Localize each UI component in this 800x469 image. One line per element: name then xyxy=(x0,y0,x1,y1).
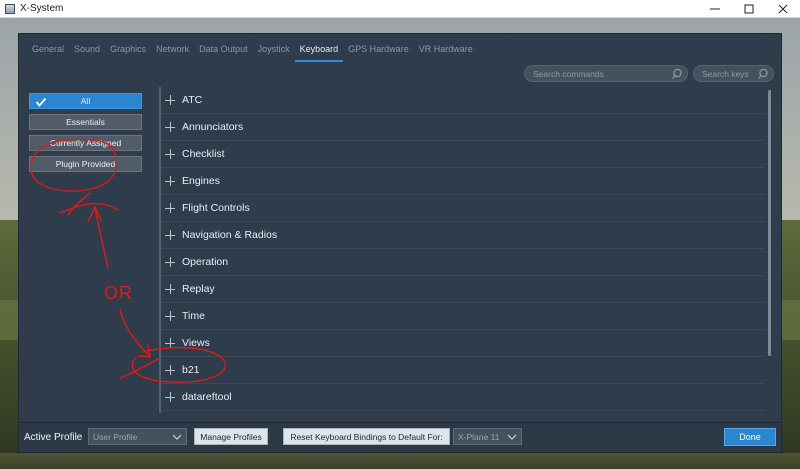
close-icon xyxy=(778,4,788,13)
reset-target-value: X-Plane 11 xyxy=(458,431,500,442)
chevron-down-icon xyxy=(507,434,517,440)
category-row-datareftool[interactable]: datareftool xyxy=(161,384,765,411)
category-label: Flight Controls xyxy=(182,202,250,214)
manage-profiles-label: Manage Profiles xyxy=(200,431,262,442)
profile-dropdown-value: User Profile xyxy=(93,431,138,442)
window-title: X-System xyxy=(20,3,64,14)
category-label: Engines xyxy=(182,175,220,187)
filter-essentials-label: Essentials xyxy=(66,117,105,127)
search-commands-input[interactable]: Search commands xyxy=(524,65,688,82)
category-label: Checklist xyxy=(182,148,225,160)
category-label: Navigation & Radios xyxy=(182,229,278,241)
tab-data-output[interactable]: Data Output xyxy=(194,40,253,62)
filter-all-button[interactable]: All xyxy=(29,93,142,109)
category-row-engines[interactable]: Engines xyxy=(161,168,765,195)
category-row-flight-controls[interactable]: Flight Controls xyxy=(161,195,765,222)
tab-network[interactable]: Network xyxy=(151,40,194,62)
maximize-icon xyxy=(744,4,754,13)
category-label: ATC xyxy=(182,94,203,106)
chevron-down-icon xyxy=(172,434,182,440)
or-annotation-text: OR xyxy=(104,283,133,303)
search-commands-placeholder: Search commands xyxy=(533,68,604,79)
expand-plus-icon xyxy=(165,338,175,348)
tab-joystick[interactable]: Joystick xyxy=(253,40,295,62)
search-icon xyxy=(758,68,768,79)
active-profile-label: Active Profile xyxy=(24,432,83,443)
search-keys-input[interactable]: Search keys xyxy=(693,65,774,82)
category-row-annunciators[interactable]: Annunciators xyxy=(161,114,765,141)
category-row-views[interactable]: Views xyxy=(161,330,765,357)
reset-bindings-label: Reset Keyboard Bindings to Default For: xyxy=(290,431,443,442)
window-controls xyxy=(698,0,800,18)
minimize-button[interactable] xyxy=(698,0,732,18)
search-icon xyxy=(672,68,682,79)
expand-plus-icon xyxy=(165,176,175,186)
minimize-icon xyxy=(710,8,720,9)
filter-plugin-provided-button[interactable]: Plugin Provided xyxy=(29,156,142,172)
profile-dropdown[interactable]: User Profile xyxy=(88,428,187,445)
done-button[interactable]: Done xyxy=(724,428,776,446)
tab-sound[interactable]: Sound xyxy=(69,40,105,62)
reset-target-dropdown[interactable]: X-Plane 11 xyxy=(453,428,522,445)
expand-plus-icon xyxy=(165,311,175,321)
category-label: Time xyxy=(182,310,205,322)
expand-plus-icon xyxy=(165,122,175,132)
category-row-time[interactable]: Time xyxy=(161,303,765,330)
category-row-replay[interactable]: Replay xyxy=(161,276,765,303)
expand-plus-icon xyxy=(165,95,175,105)
command-category-list: ATC Annunciators Checklist Engines Fligh… xyxy=(159,87,771,413)
maximize-button[interactable] xyxy=(732,0,766,18)
filter-currently-assigned-label: Currently Assigned xyxy=(49,138,122,148)
close-button[interactable] xyxy=(766,0,800,18)
tab-graphics[interactable]: Graphics xyxy=(105,40,151,62)
expand-plus-icon xyxy=(165,230,175,240)
background-bottom-strip xyxy=(0,453,800,469)
category-label: b21 xyxy=(182,364,200,376)
filter-all-label: All xyxy=(80,96,91,106)
filter-essentials-button[interactable]: Essentials xyxy=(29,114,142,130)
window-titlebar: X-System xyxy=(0,0,800,18)
category-label: Views xyxy=(182,337,210,349)
footer-bar: Active Profile User Profile Manage Profi… xyxy=(18,423,782,453)
tab-gps-hardware[interactable]: GPS Hardware xyxy=(343,40,414,62)
checkmark-icon xyxy=(35,97,47,107)
expand-plus-icon xyxy=(165,257,175,267)
reset-bindings-button[interactable]: Reset Keyboard Bindings to Default For: xyxy=(283,428,450,445)
category-label: datareftool xyxy=(182,391,232,403)
category-label: Replay xyxy=(182,283,215,295)
category-row-operation[interactable]: Operation xyxy=(161,249,765,276)
expand-plus-icon xyxy=(165,149,175,159)
filter-currently-assigned-button[interactable]: Currently Assigned xyxy=(29,135,142,151)
tab-general[interactable]: General xyxy=(27,40,69,62)
tab-keyboard[interactable]: Keyboard xyxy=(294,40,344,62)
category-row-checklist[interactable]: Checklist xyxy=(161,141,765,168)
category-row-atc[interactable]: ATC xyxy=(161,87,765,114)
category-row-b21[interactable]: b21 xyxy=(161,357,765,384)
category-label: Operation xyxy=(182,256,229,268)
expand-plus-icon xyxy=(165,392,175,402)
search-keys-placeholder: Search keys xyxy=(702,68,749,79)
settings-tabs: General Sound Graphics Network Data Outp… xyxy=(27,40,478,62)
filter-plugin-provided-label: Plugin Provided xyxy=(55,159,116,169)
tab-vr-hardware[interactable]: VR Hardware xyxy=(414,40,478,62)
category-row-navigation-radios[interactable]: Navigation & Radios xyxy=(161,222,765,249)
app-icon xyxy=(5,3,15,14)
list-scrollbar[interactable] xyxy=(768,90,771,356)
category-label: Annunciators xyxy=(182,121,244,133)
expand-plus-icon xyxy=(165,203,175,213)
expand-plus-icon xyxy=(165,284,175,294)
expand-plus-icon xyxy=(165,365,175,375)
done-label: Done xyxy=(739,432,761,442)
manage-profiles-button[interactable]: Manage Profiles xyxy=(194,428,268,445)
settings-panel: General Sound Graphics Network Data Outp… xyxy=(18,33,782,423)
